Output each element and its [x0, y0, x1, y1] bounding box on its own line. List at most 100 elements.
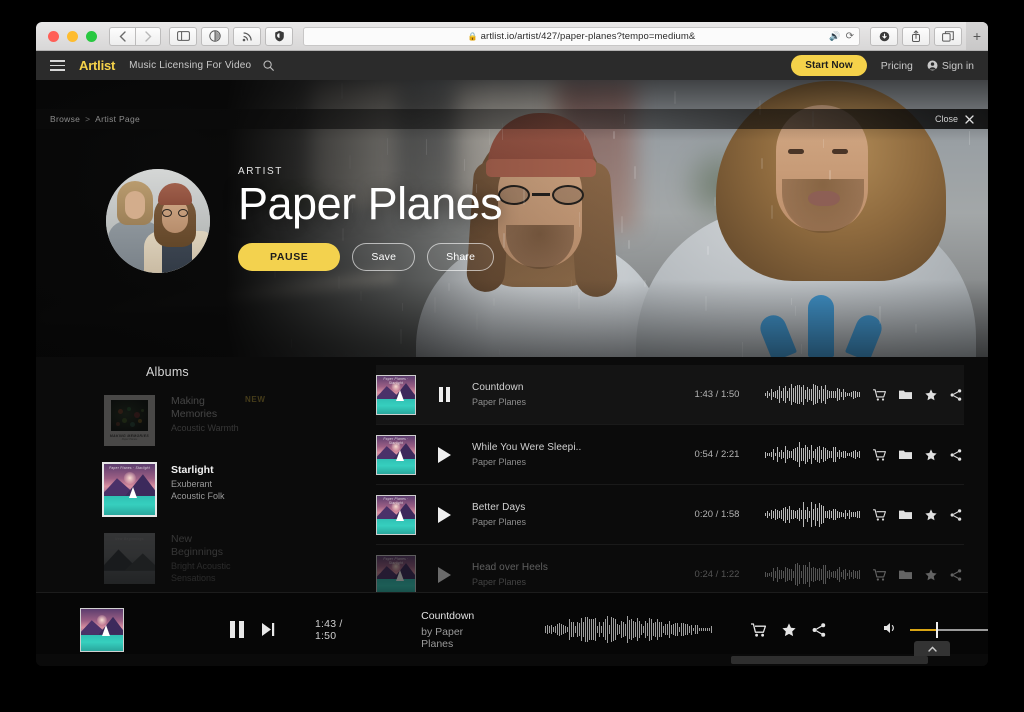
track-row[interactable]: Paper Planes · Starlight While You Were S… — [376, 425, 964, 485]
track-title: Head over Heels — [472, 562, 548, 573]
artist-kicker: ARTIST — [238, 165, 283, 177]
sign-in-link[interactable]: Sign in — [927, 60, 974, 72]
horizontal-scrollbar[interactable] — [36, 654, 988, 666]
waveform-bar — [839, 450, 840, 459]
play-icon[interactable] — [416, 506, 472, 523]
waveform-bar — [805, 565, 806, 584]
star-icon[interactable] — [925, 568, 937, 581]
folder-icon[interactable] — [899, 509, 912, 520]
waveform-bar — [783, 451, 784, 458]
back-button[interactable] — [109, 26, 135, 46]
minimize-window-button[interactable] — [67, 30, 78, 42]
cart-icon[interactable] — [873, 388, 886, 401]
share-icon[interactable] — [950, 388, 962, 401]
breadcrumb-browse[interactable]: Browse — [50, 114, 80, 124]
waveform-bar — [597, 625, 598, 634]
pricing-link[interactable]: Pricing — [881, 60, 913, 72]
url-text-wrap: 🔒 artlist.io/artist/427/paper-planes?tem… — [468, 31, 696, 42]
player-transport-controls: 1:43 / 1:50 — [230, 618, 361, 642]
share-icon[interactable] — [950, 508, 962, 521]
player-waveform[interactable] — [545, 613, 713, 647]
hamburger-icon[interactable] — [50, 60, 65, 71]
scrollbar-thumb[interactable] — [731, 656, 928, 664]
pause-icon[interactable] — [416, 387, 472, 402]
waveform-bar — [771, 509, 772, 520]
maximize-window-button[interactable] — [86, 30, 97, 42]
star-icon[interactable] — [925, 388, 937, 401]
track-waveform[interactable] — [765, 380, 861, 410]
forward-button[interactable] — [135, 26, 161, 46]
track-row[interactable]: Paper Planes · Starlight Better Days Paper… — [376, 485, 964, 545]
cart-icon[interactable] — [873, 568, 886, 581]
waveform-bar — [679, 626, 680, 633]
waveform-bar — [563, 624, 564, 635]
track-waveform[interactable] — [765, 440, 861, 470]
volume-handle[interactable] — [935, 621, 938, 638]
pause-icon[interactable] — [230, 621, 244, 638]
waveform-bar — [843, 388, 844, 401]
cart-icon[interactable] — [873, 508, 886, 521]
play-icon[interactable] — [416, 566, 472, 583]
reader-icon[interactable] — [201, 26, 229, 46]
url-value: artlist.io/artist/427/paper-planes?tempo… — [480, 30, 696, 42]
folder-icon[interactable] — [899, 449, 912, 460]
share-icon[interactable] — [902, 26, 930, 46]
volume-icon[interactable] — [884, 621, 898, 639]
tabs-icon[interactable] — [934, 26, 962, 46]
album-thumbnail[interactable]: Paper Planes · Starlight — [102, 462, 157, 517]
star-icon[interactable] — [925, 508, 937, 521]
star-icon[interactable] — [925, 448, 937, 461]
shield-icon[interactable] — [265, 26, 293, 46]
waveform-bar — [785, 446, 786, 463]
cart-icon[interactable] — [751, 622, 766, 637]
sidebar-icon[interactable] — [169, 26, 197, 46]
artist-hero: ARTIST Paper Planes PAUSE Save Share Bro… — [36, 80, 988, 357]
share-icon[interactable] — [950, 448, 962, 461]
star-icon[interactable] — [782, 622, 796, 637]
pause-button[interactable]: PAUSE — [238, 243, 341, 272]
album-item[interactable]: New Beginnings New Beginnings Bright Acous… — [102, 531, 362, 586]
waveform-bar — [791, 383, 792, 406]
share-icon[interactable] — [812, 622, 826, 637]
next-track-icon[interactable] — [262, 622, 275, 637]
track-row[interactable]: Paper Planes · Starlight Countdown Paper P… — [376, 365, 964, 425]
folder-icon[interactable] — [899, 389, 912, 400]
new-tab-button[interactable]: + — [966, 22, 988, 50]
address-bar[interactable]: 🔒 artlist.io/artist/427/paper-planes?tem… — [303, 26, 860, 46]
folder-icon[interactable] — [899, 569, 912, 580]
close-window-button[interactable] — [48, 30, 59, 42]
share-button[interactable]: Share — [427, 243, 495, 272]
album-item[interactable]: MAKING MEMORIES Paper Planes Making Memori… — [102, 393, 362, 448]
play-icon[interactable] — [416, 446, 472, 463]
waveform-bar — [847, 452, 848, 457]
track-waveform[interactable] — [765, 560, 861, 590]
volume-slider[interactable] — [910, 621, 988, 638]
waveform-bar — [645, 621, 646, 638]
reload-icon[interactable]: ⟳ — [846, 31, 854, 42]
collapse-player-button[interactable] — [914, 641, 950, 656]
album-thumbnail[interactable]: New Beginnings — [102, 531, 157, 586]
rss-icon[interactable] — [233, 26, 261, 46]
waveform-bar — [801, 570, 802, 579]
close-page-button[interactable]: Close — [935, 114, 974, 124]
now-playing-title: Countdown — [421, 609, 475, 622]
save-button[interactable]: Save — [352, 243, 416, 272]
artlist-logo[interactable]: Artlist — [79, 58, 115, 73]
waveform-bar — [835, 570, 836, 579]
share-icon[interactable] — [950, 568, 962, 581]
cart-icon[interactable] — [873, 448, 886, 461]
track-waveform[interactable] — [765, 500, 861, 530]
album-item[interactable]: Paper Planes · Starlight Starlight Exubera… — [102, 462, 362, 517]
waveform-bar — [687, 624, 688, 635]
album-thumbnail[interactable]: MAKING MEMORIES Paper Planes — [102, 393, 157, 448]
waveform-bar — [789, 505, 790, 524]
waveform-bar — [831, 390, 832, 399]
search-icon[interactable] — [263, 60, 275, 71]
download-icon[interactable] — [870, 26, 898, 46]
waveform-bar — [773, 392, 774, 397]
speaker-icon[interactable]: 🔊 — [829, 31, 840, 42]
waveform-bar — [665, 623, 666, 636]
volume-control[interactable] — [884, 621, 988, 639]
start-now-button[interactable]: Start Now — [791, 55, 867, 76]
waveform-bar — [639, 620, 640, 639]
